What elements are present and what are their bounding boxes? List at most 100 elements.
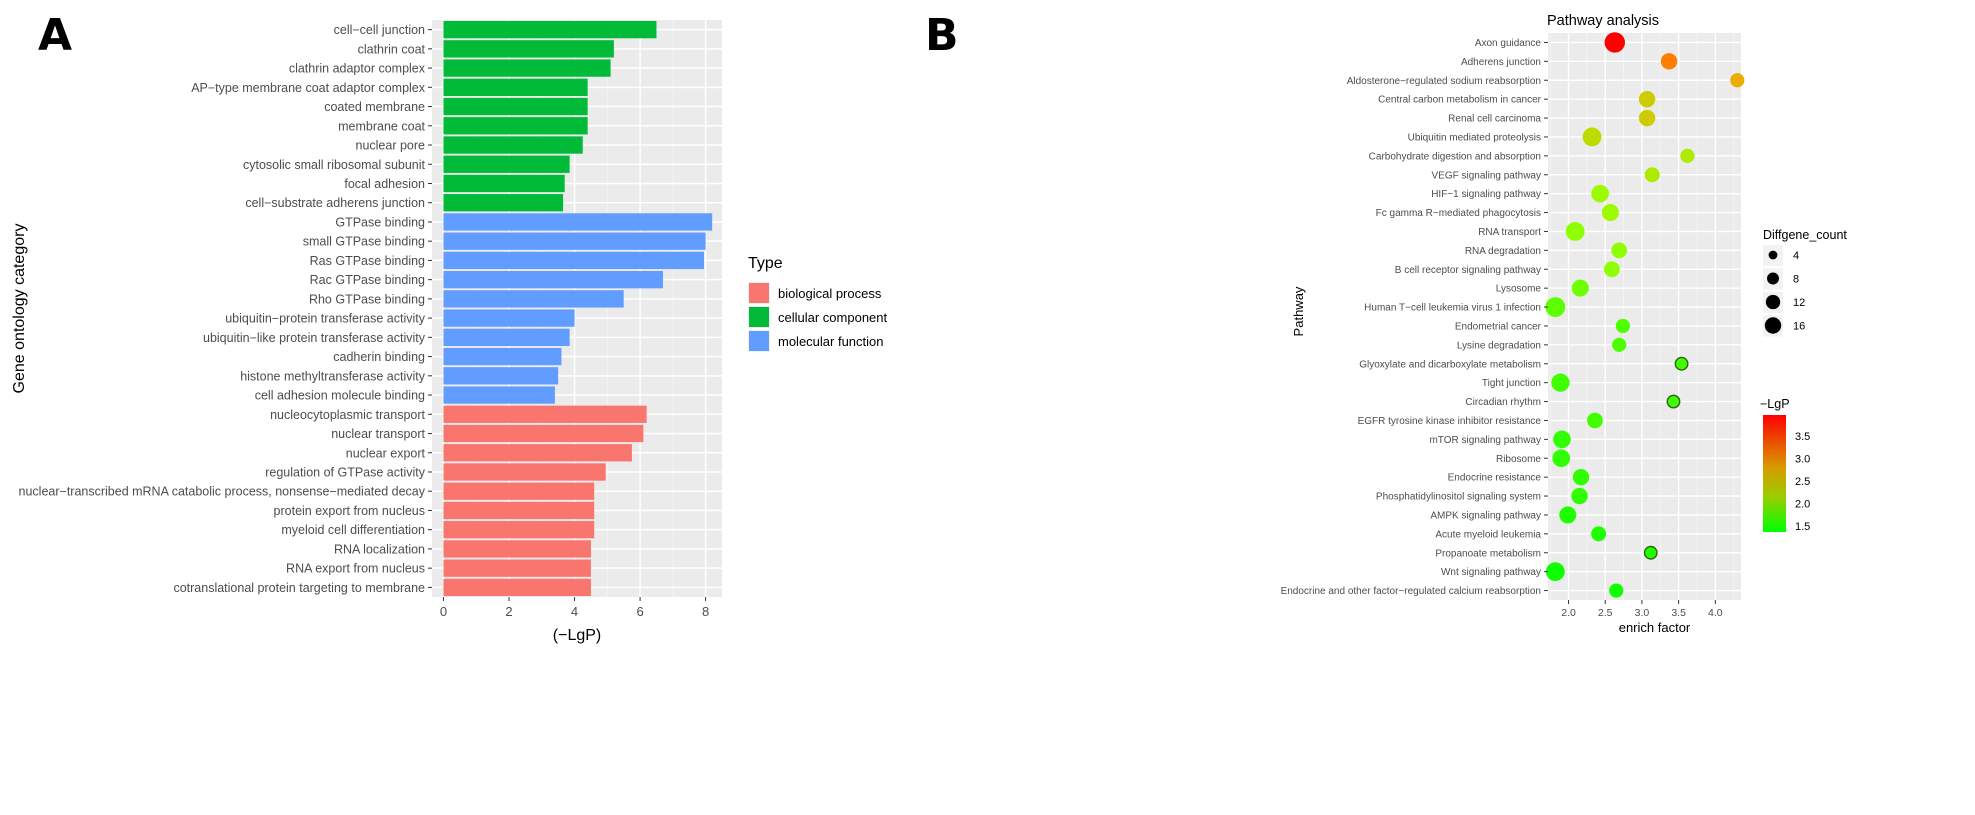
size-legend-dot [1765,294,1781,310]
data-point [1572,468,1590,486]
y-tick-label: Human T−cell leukemia virus 1 infection [1364,303,1541,314]
data-point [1551,373,1570,392]
bar [443,174,565,193]
y-tick-label: focal adhesion [344,177,425,191]
data-point [1612,337,1627,352]
bar [443,405,647,423]
y-tick-label: HIF−1 signaling pathway [1431,189,1541,200]
size-legend-dot [1764,317,1782,334]
y-tick-label: GTPase binding [335,215,425,229]
x-tick-label: 8 [702,604,709,619]
y-axis-title: Pathway [1291,286,1306,336]
y-tick-label: Tight junction [1482,378,1541,389]
y-tick-label: Circadian rhythm [1465,397,1541,408]
color-legend-bar [1763,415,1786,532]
y-tick-label: Phosphatidylinositol signaling system [1376,492,1541,503]
y-tick-label: ubiquitin−protein transferase activity [225,312,426,326]
bar [443,386,555,404]
y-tick-label: Ras GTPase binding [310,254,425,268]
data-point [1644,167,1660,183]
y-tick-label: nuclear transport [331,427,425,441]
data-point [1611,242,1628,259]
y-tick-label: Ribosome [1496,454,1541,465]
bar [443,97,588,116]
size-legend-title: Diffgene_count [1763,228,1847,242]
data-point [1591,526,1607,542]
y-tick-label: clathrin coat [358,42,426,56]
legend-swatch [749,331,769,351]
y-tick-label: cell−substrate adherens junction [245,196,425,210]
color-legend-label: 3.5 [1795,431,1810,443]
color-legend-label: 2.0 [1795,499,1810,511]
size-legend-label: 4 [1793,250,1799,262]
size-legend-label: 12 [1793,297,1805,309]
bar [443,117,588,135]
data-point [1545,297,1566,317]
data-point [1559,506,1577,524]
data-point [1587,412,1603,429]
data-point [1609,583,1624,598]
x-tick-label: 4.0 [1708,607,1723,619]
y-tick-label: Rac GTPase binding [310,273,425,287]
y-tick-label: cytosolic small ribosomal subunit [243,158,426,172]
bar [443,270,664,289]
y-tick-label: Adherens junction [1461,57,1541,68]
size-legend-label: 8 [1793,274,1799,286]
y-tick-label: Aldosterone−regulated sodium reabsorptio… [1347,76,1541,87]
pathway-dot-chart: Axon guidance Adherens junction Aldosteron… [1281,13,1848,635]
y-tick-label: RNA export from nucleus [286,562,425,576]
bar [443,213,713,231]
bar [443,501,595,520]
bar [443,194,564,212]
data-point [1565,222,1585,241]
bar [443,251,704,270]
y-tick-label: AP−type membrane coat adaptor complex [191,81,426,95]
y-tick-label: regulation of GTPase activity [265,465,426,479]
bar [443,540,591,558]
data-point [1601,204,1619,222]
x-tick-label: 6 [636,604,643,619]
bar [443,559,591,577]
data-point [1643,545,1658,560]
legend-swatch [749,307,769,327]
y-tick-label: cotranslational protein targeting to mem… [173,581,425,595]
data-point [1660,53,1678,70]
bar [443,521,595,539]
y-tick-label: cadherin binding [333,350,425,364]
y-tick-label: clathrin adaptor complex [289,62,426,76]
x-axis-title: (−LgP) [553,627,601,644]
data-point [1680,148,1695,163]
legend-label: cellular component [778,310,888,325]
data-point [1615,318,1630,334]
y-axis-title: Gene ontology category [11,224,28,394]
data-point [1604,32,1625,53]
data-point [1571,487,1588,505]
y-tick-label: Endocrine resistance [1448,473,1542,484]
bar [443,328,570,347]
y-tick-label: VEGF signaling pathway [1431,170,1541,181]
x-tick-label: 3.5 [1671,607,1686,619]
y-tick-label: small GTPase binding [303,235,425,249]
data-point [1674,356,1689,371]
y-tick-label: histone methyltransferase activity [240,369,426,383]
data-point [1545,562,1565,582]
bar [443,59,611,77]
legend-label: molecular function [778,334,884,349]
bar [443,482,595,500]
y-tick-label: membrane coat [338,119,425,133]
x-tick-label: 4 [571,604,578,619]
legend-swatch [749,283,769,303]
data-point [1571,279,1589,297]
y-tick-label: Lysosome [1496,284,1542,295]
data-point [1553,430,1571,449]
bar [443,578,591,597]
color-legend-label: 3.0 [1795,454,1810,466]
y-tick-label: EGFR tyrosine kinase inhibitor resistanc… [1358,416,1542,427]
y-tick-label: Propanoate metabolism [1435,548,1541,559]
bar [443,78,588,96]
bar [443,309,575,327]
bar [443,136,583,154]
data-point [1638,90,1656,108]
y-tick-label: nuclear−transcribed mRNA catabolic proce… [19,485,426,499]
y-tick-label: Lysine degradation [1457,340,1541,351]
